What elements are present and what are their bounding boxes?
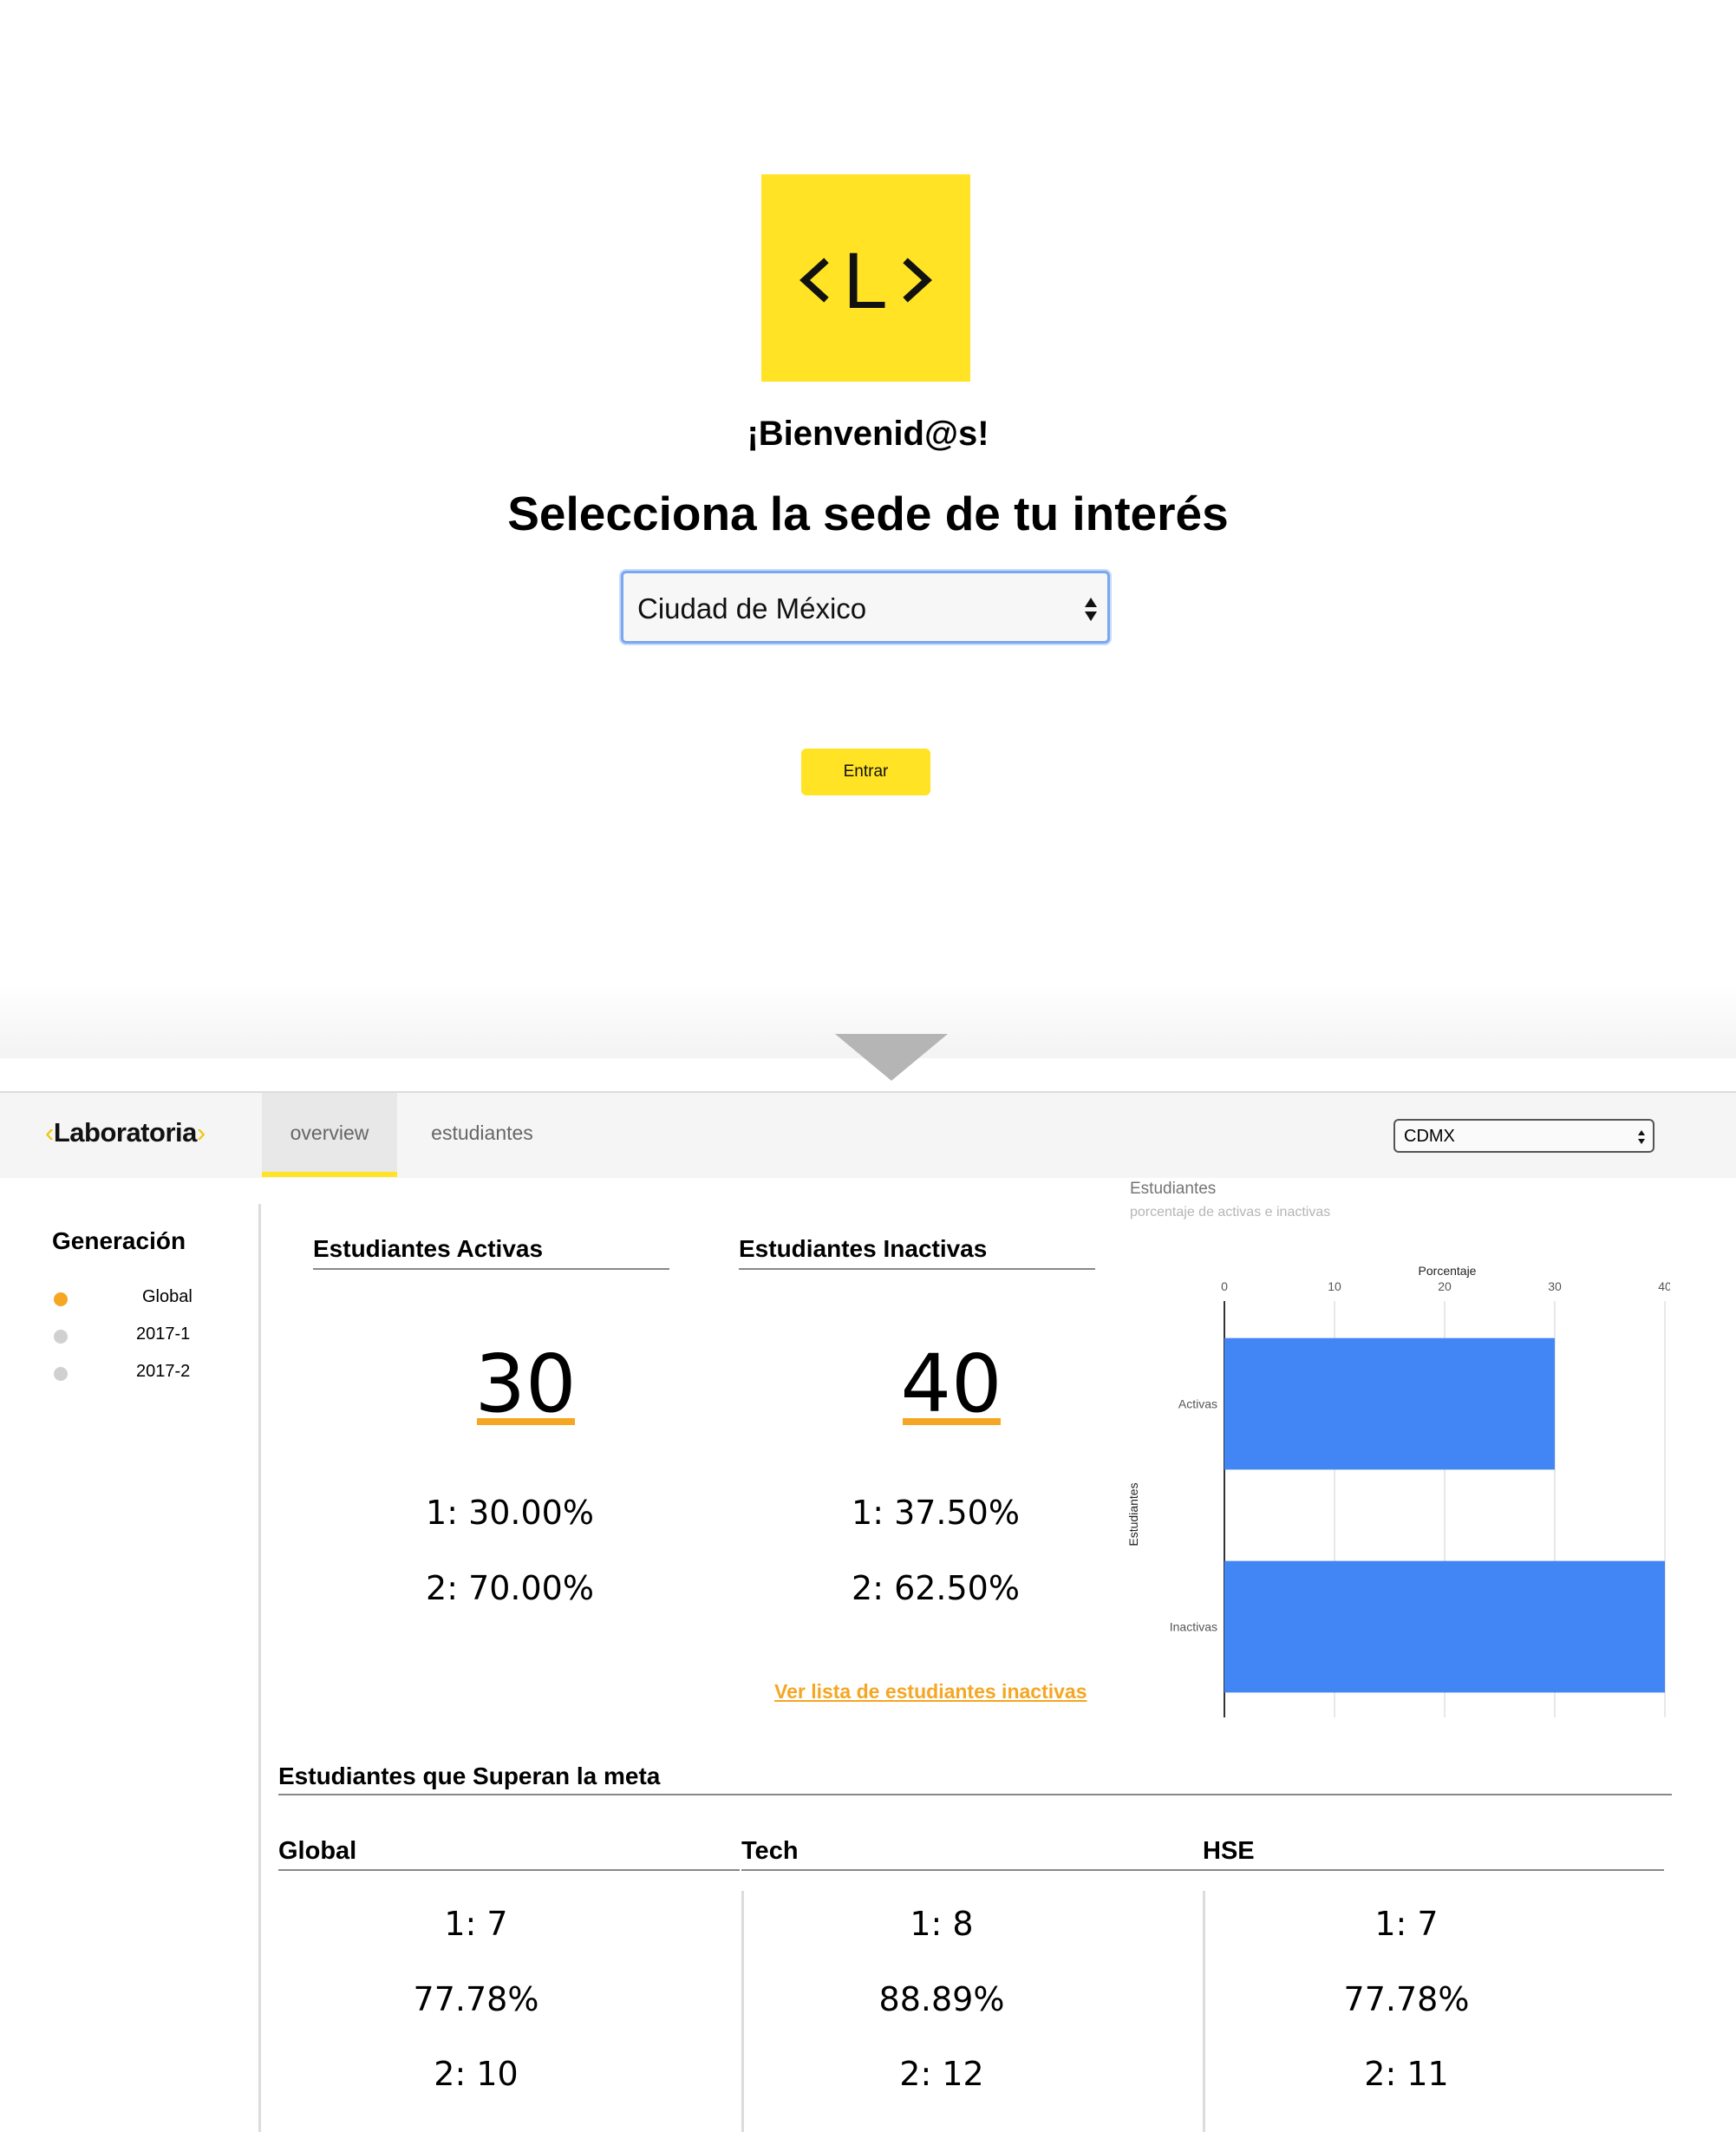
activas-ratio-2: 2: 70.00% xyxy=(426,1569,594,1607)
generation-option-label: 2017-1 xyxy=(136,1324,191,1344)
logo-mark-icon: L xyxy=(799,237,932,325)
tab-estudiantes[interactable]: estudiantes xyxy=(414,1093,550,1177)
meta-section-title: Estudiantes que Superan la meta xyxy=(278,1762,1672,1795)
brand-right-chevron: › xyxy=(196,1117,206,1148)
sidebar-divider xyxy=(258,1204,261,2132)
inactivas-total: 40 xyxy=(900,1337,1002,1430)
meta-hse-percent: 77.78% xyxy=(1343,1980,1470,2018)
generation-option-label: Global xyxy=(142,1287,193,1306)
welcome-text: ¡Bienvenid@s! xyxy=(747,415,989,453)
chart-x-tick-label: 0 xyxy=(1221,1279,1228,1293)
meta-column-title-tech: Tech xyxy=(741,1837,1203,1871)
chart-bar xyxy=(1224,1560,1665,1693)
activas-title: Estudiantes Activas xyxy=(313,1235,669,1270)
activas-total: 30 xyxy=(474,1337,577,1430)
radio-selected-icon[interactable] xyxy=(54,1292,68,1306)
tab-overview[interactable]: overview xyxy=(262,1093,397,1177)
top-navbar: ‹Laboratoria› overview estudiantes CDMX xyxy=(0,1091,1736,1178)
chart-x-ticks: 0 10 20 30 40 xyxy=(1221,1279,1670,1293)
chart-y-axis-label: Estudiantes xyxy=(1126,1482,1140,1546)
chart-x-tick-label: 10 xyxy=(1328,1279,1341,1293)
sede-dropdown[interactable]: CDMX xyxy=(1393,1119,1654,1153)
inactivas-list-link[interactable]: Ver lista de estudiantes inactivas xyxy=(774,1680,1087,1704)
brand-left-chevron: ‹ xyxy=(45,1117,54,1148)
radio-unselected-icon[interactable] xyxy=(54,1330,68,1344)
down-arrow-icon xyxy=(835,1034,948,1081)
chart-bar xyxy=(1224,1337,1555,1470)
chart-title: Estudiantes xyxy=(1130,1180,1216,1198)
chart-x-tick-label: 20 xyxy=(1438,1279,1452,1293)
inactivas-ratio-2: 2: 62.50% xyxy=(852,1569,1020,1607)
enter-button[interactable]: Entrar xyxy=(801,749,930,795)
students-bar-chart: Estudiantes porcentaje de activas e inac… xyxy=(1126,1180,1670,1717)
chart-x-tick-label: 40 xyxy=(1658,1279,1670,1293)
meta-hse-line1: 1: 7 xyxy=(1374,1905,1439,1943)
meta-hse-line2: 2: 11 xyxy=(1364,2055,1449,2093)
sede-dropdown-value: CDMX xyxy=(1404,1127,1455,1146)
sede-select[interactable]: Ciudad de México xyxy=(621,571,1110,644)
sede-select-value: Ciudad de México xyxy=(637,592,867,625)
activas-underline xyxy=(477,1418,575,1425)
meta-column-divider xyxy=(1203,1891,1205,2132)
meta-tech-percent: 88.89% xyxy=(878,1980,1005,2018)
meta-column-divider xyxy=(741,1891,744,2132)
generation-option-label: 2017-2 xyxy=(136,1362,191,1381)
meta-tech-line2: 2: 12 xyxy=(899,2055,984,2093)
logo-letter: L xyxy=(843,237,887,325)
laboratoria-logo: L xyxy=(761,174,970,382)
meta-global-percent: 77.78% xyxy=(413,1980,539,2018)
meta-global-line1: 1: 7 xyxy=(444,1905,508,1943)
brand-name: Laboratoria xyxy=(53,1117,198,1148)
chart-category-label: Inactivas xyxy=(1170,1620,1217,1634)
brand-logo[interactable]: ‹Laboratoria› xyxy=(45,1117,206,1148)
inactivas-underline xyxy=(903,1418,1001,1425)
meta-column-title-hse: HSE xyxy=(1203,1837,1664,1871)
activas-ratio-1: 1: 30.00% xyxy=(426,1494,594,1532)
meta-column-title-global: Global xyxy=(278,1837,740,1871)
select-arrows-icon xyxy=(1638,1130,1645,1144)
inactivas-title: Estudiantes Inactivas xyxy=(739,1235,1095,1270)
chart-category-labels: Activas Inactivas xyxy=(1170,1397,1217,1634)
chart-x-tick-label: 30 xyxy=(1548,1279,1562,1293)
chart-x-axis-label: Porcentaje xyxy=(1419,1264,1477,1278)
chart-subtitle: porcentaje de activas e inactivas xyxy=(1130,1205,1330,1220)
inactivas-ratio-1: 1: 37.50% xyxy=(852,1494,1020,1532)
select-arrows-icon xyxy=(1085,598,1097,621)
meta-global-line2: 2: 10 xyxy=(434,2055,519,2093)
meta-tech-line1: 1: 8 xyxy=(910,1905,974,1943)
sede-heading: Selecciona la sede de tu interés xyxy=(507,487,1229,540)
generation-title: Generación xyxy=(52,1227,186,1254)
chart-category-label: Activas xyxy=(1178,1397,1217,1411)
radio-unselected-icon[interactable] xyxy=(54,1367,68,1381)
